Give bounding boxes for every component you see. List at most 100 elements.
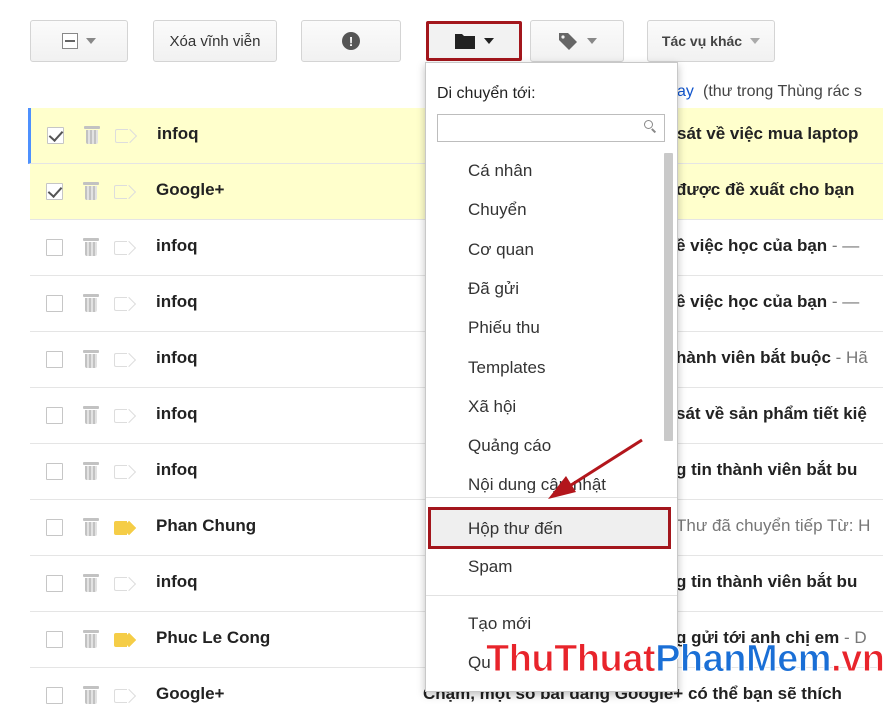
move-to-menu: Di chuyển tới: Cá nhân Chuyển Cơ quan Đã gử… [425, 62, 678, 692]
email-subject: ề việc học của bạn - — [676, 236, 883, 256]
email-sender: infoq [156, 236, 198, 255]
trash-icon[interactable] [83, 574, 99, 592]
chevron-down-icon [587, 38, 597, 44]
labels-button[interactable] [530, 20, 624, 62]
label-tag-icon[interactable] [114, 408, 137, 424]
empty-trash-link[interactable]: ay [677, 83, 694, 101]
email-subject-text: được đề xuất cho bạn [676, 180, 855, 199]
email-checkbox[interactable] [46, 463, 63, 480]
email-subject: ề việc học của bạn - — [676, 292, 883, 312]
email-sender: Google+ [156, 684, 225, 703]
menu-item-folder[interactable]: Chuyển [468, 200, 527, 220]
folder-icon [455, 34, 475, 49]
chevron-down-icon [750, 38, 761, 44]
email-sender: infoq [156, 404, 198, 423]
label-tag-icon[interactable] [114, 240, 137, 256]
menu-item-inbox[interactable]: Hộp thư đến [428, 507, 671, 549]
label-icon [559, 33, 577, 50]
email-sender: infoq [157, 124, 199, 143]
email-checkbox[interactable] [46, 239, 63, 256]
trash-icon[interactable] [83, 686, 99, 704]
email-subject: sát về việc mua laptop [677, 124, 883, 144]
menu-item-folder[interactable]: Nội dung cập nhật [468, 475, 606, 493]
email-checkbox[interactable] [47, 127, 64, 144]
trash-icon[interactable] [83, 350, 99, 368]
email-sender: Phan Chung [156, 516, 257, 535]
folder-search-input[interactable] [437, 114, 665, 142]
chevron-down-icon [86, 38, 96, 44]
email-sender: infoq [156, 460, 198, 479]
email-preview: - — [827, 292, 860, 311]
trash-icon[interactable] [83, 294, 99, 312]
email-preview: - Hã [830, 348, 868, 367]
email-subject: Thư đã chuyển tiếp Từ: H [676, 516, 883, 536]
email-subject-text: sát về sản phẩm tiết kiệ [676, 404, 867, 423]
menu-item-folder[interactable]: Quảng cáo [468, 436, 551, 456]
move-to-title: Di chuyển tới: [437, 85, 536, 102]
label-tag-icon[interactable] [114, 576, 137, 592]
menu-item-folder[interactable]: Templates [468, 358, 545, 378]
email-checkbox[interactable] [46, 631, 63, 648]
menu-divider [426, 497, 677, 498]
email-subject: hành viên bắt buộc - Hã [676, 348, 883, 368]
chevron-down-icon [484, 38, 494, 44]
label-tag-icon[interactable] [114, 352, 137, 368]
move-to-button[interactable] [426, 21, 522, 61]
email-checkbox[interactable] [46, 351, 63, 368]
label-tag-icon[interactable] [114, 184, 137, 200]
trash-info-text: (thư trong Thùng rác s [703, 83, 862, 100]
email-subject: được đề xuất cho bạn [676, 180, 883, 200]
label-tag-icon[interactable] [114, 464, 137, 480]
label-tag-icon[interactable] [115, 128, 138, 144]
email-checkbox[interactable] [46, 407, 63, 424]
email-checkbox[interactable] [46, 687, 63, 704]
menu-item-folder[interactable]: Xã hội [468, 397, 516, 417]
delete-forever-button[interactable]: Xóa vĩnh viễn [153, 20, 277, 62]
email-sender: infoq [156, 292, 198, 311]
report-spam-icon: ! [342, 32, 360, 50]
label-tag-icon[interactable] [114, 688, 137, 704]
trash-icon[interactable] [83, 406, 99, 424]
menu-item-folder[interactable]: Đã gửi [468, 279, 519, 299]
trash-icon[interactable] [84, 126, 100, 144]
trash-icon[interactable] [83, 462, 99, 480]
label-tag-icon[interactable] [114, 632, 137, 648]
email-subject-text: ề việc học của bạn [676, 236, 828, 255]
email-subject-text: sát về việc mua laptop [677, 124, 859, 143]
menu-item-folder[interactable]: Cơ quan [468, 240, 534, 260]
folder-list: Cá nhân Chuyển Cơ quan Đã gửi Phiếu thu Templ… [426, 151, 662, 493]
email-checkbox[interactable] [46, 183, 63, 200]
select-checkbox-icon [62, 33, 78, 49]
email-preview: Thư đã chuyển tiếp Từ: H [676, 516, 871, 535]
menu-divider [426, 595, 677, 596]
menu-item-folder[interactable]: Phiếu thu [468, 318, 540, 338]
menu-item-inbox-label: Hộp thư đến [468, 519, 563, 538]
site-watermark: ThuThuatPhanMem.vn [485, 638, 883, 681]
report-spam-button[interactable]: ! [301, 20, 401, 62]
trash-icon[interactable] [83, 182, 99, 200]
email-sender: Google+ [156, 180, 225, 199]
email-checkbox[interactable] [46, 519, 63, 536]
email-subject-text: g tin thành viên bắt bu [676, 572, 858, 591]
email-subject-text: hành viên bắt buộc [676, 348, 831, 367]
email-subject: g tin thành viên bắt bu [676, 460, 883, 480]
email-checkbox[interactable] [46, 575, 63, 592]
menu-item-folder[interactable]: Cá nhân [468, 161, 532, 181]
menu-item-create-new[interactable]: Tạo mới [468, 614, 531, 634]
email-preview: - — [827, 236, 860, 255]
more-actions-button[interactable]: Tác vụ khác [647, 20, 775, 62]
menu-item-spam[interactable]: Spam [468, 557, 512, 577]
email-sender: infoq [156, 348, 198, 367]
folder-list-scrollbar[interactable] [664, 153, 673, 441]
email-sender: infoq [156, 572, 198, 591]
search-icon [644, 120, 658, 134]
trash-icon[interactable] [83, 518, 99, 536]
label-tag-icon[interactable] [114, 296, 137, 312]
trash-icon[interactable] [83, 630, 99, 648]
email-subject-text: ề việc học của bạn [676, 292, 828, 311]
select-dropdown-button[interactable] [30, 20, 128, 62]
trash-icon[interactable] [83, 238, 99, 256]
more-actions-label: Tác vụ khác [661, 33, 743, 49]
email-checkbox[interactable] [46, 295, 63, 312]
label-tag-icon[interactable] [114, 520, 137, 536]
